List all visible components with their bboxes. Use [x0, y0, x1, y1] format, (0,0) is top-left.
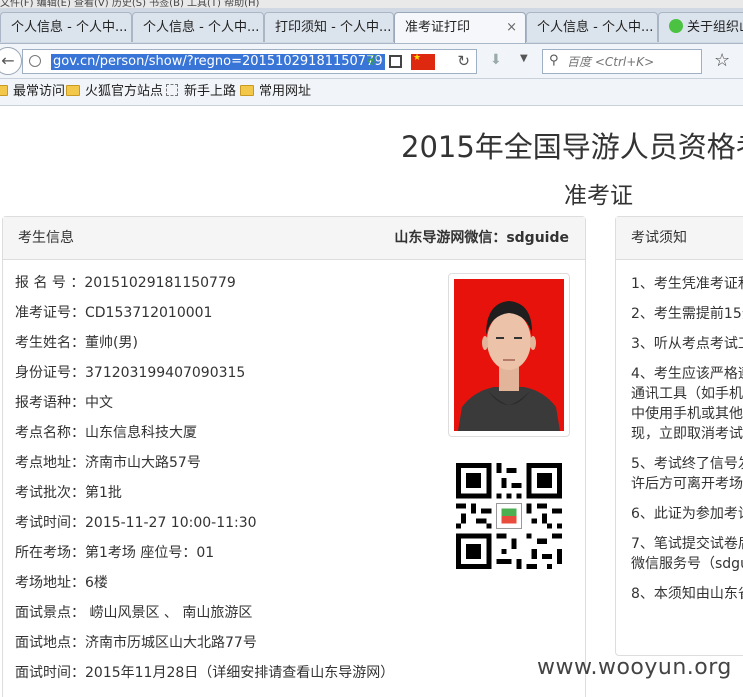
panel-header: 考试须知 [616, 217, 743, 260]
folder-icon [66, 85, 80, 96]
tab-notice-organize[interactable]: 关于组织山 [658, 12, 743, 42]
back-button[interactable]: ← [0, 47, 22, 75]
watermark: www.wooyun.org [537, 655, 732, 680]
info-registration-no: 报 名 号 ：20151029181150779 [15, 275, 236, 291]
nav-bar: ← gov.cn/person/show/?regno=201510291811… [0, 44, 743, 79]
info-interview-location: 面试地点：济南市历城区山大北路77号 [15, 635, 257, 651]
bookmark-common-sites[interactable]: 常用网址 [240, 84, 311, 100]
exam-notice-panel: 考试须知 1、考生凭准考证和 2、考生需提前15分 3、听从考点考试工 4、考生… [615, 216, 743, 656]
info-batch: 考试批次：第1批 [15, 485, 122, 501]
notice-line: 微信服务号（sdgu [631, 556, 743, 572]
notice-line: 通讯工具（如手机 [631, 386, 743, 402]
url-text[interactable]: gov.cn/person/show/?regno=20151029181150… [51, 54, 385, 70]
tab-admission-ticket[interactable]: 准考证打印 × [394, 12, 526, 43]
notice-line: 2、考生需提前15分 [631, 306, 743, 322]
search-bar[interactable]: ⚲ [542, 49, 702, 74]
menu-bar-text[interactable]: 文件(F) 编辑(E) 查看(V) 历史(S) 书签(B) 工具(T) 帮助(H… [0, 0, 259, 8]
candidate-photo [448, 273, 570, 437]
portrait-image [454, 279, 564, 431]
notice-line: 现，立即取消考试 [631, 426, 743, 442]
search-icon: ⚲ [549, 53, 559, 68]
bookmark-firefox-sites[interactable]: 火狐官方站点 [66, 84, 163, 100]
bookmarks-toolbar: 最常访问 火狐官方站点 新手上路 常用网址 [0, 79, 743, 106]
notice-line: 3、听从考点考试工 [631, 336, 743, 352]
info-ticket-no: 准考证号：CD153712010001 [15, 305, 213, 321]
notice-line: 8、本须知由山东省 [631, 586, 743, 602]
info-room-seat: 所在考场：第1考场 座位号：01 [15, 545, 215, 561]
qr-code-icon[interactable] [389, 55, 402, 68]
page-title: 2015年全国导游人员资格考 [401, 130, 743, 164]
globe-icon [29, 55, 41, 67]
reload-icon[interactable]: ↻ [457, 52, 470, 70]
notice-line: 7、笔试提交试卷后 [631, 536, 743, 552]
info-id-number: 身份证号：371203199407090315 [15, 365, 246, 381]
notice-line: 5、考试终了信号发 [631, 456, 743, 472]
info-exam-time: 考试时间：2015-11-27 10:00-11:30 [15, 515, 257, 531]
menu-bar[interactable]: 文件(F) 编辑(E) 查看(V) 历史(S) 书签(B) 工具(T) 帮助(H… [0, 0, 743, 8]
address-bar[interactable]: gov.cn/person/show/?regno=20151029181150… [22, 49, 477, 74]
page-subtitle: 准考证 [564, 183, 633, 209]
info-interview-spots: 面试景点： 崂山风景区 、 南山旅游区 [15, 605, 253, 621]
folder-icon [240, 85, 254, 96]
wechat-icon [669, 19, 683, 33]
folder-icon [0, 85, 8, 96]
info-interview-time: 面试时间：2015年11月28日（详细安排请查看山东导游网） [15, 665, 395, 681]
page-content: 2015年全国导游人员资格考 准考证 考生信息 山东导游网微信：sdguide … [0, 106, 743, 697]
info-name: 考生姓名：董帅(男) [15, 335, 138, 351]
dropdown-arrow-icon[interactable]: ▼ [520, 53, 528, 64]
tab-strip: 个人信息 - 个人中... 个人信息 - 个人中... 打印须知 - 个人中..… [0, 8, 743, 44]
bookmark-most-visited[interactable]: 最常访问 [0, 84, 65, 100]
close-tab-icon[interactable]: × [506, 13, 517, 42]
bookmark-star-icon[interactable]: ☆ [714, 50, 730, 71]
china-flag-icon[interactable] [411, 53, 435, 70]
info-language: 报考语种：中文 [15, 395, 113, 411]
notice-line: 许后方可离开考场 [631, 476, 743, 492]
notice-line: 4、考生应该严格遵 [631, 366, 743, 382]
notice-line: 1、考生凭准考证和 [631, 276, 743, 292]
tab-personal-info-3[interactable]: 个人信息 - 个人中... [526, 12, 658, 42]
back-arrow-icon: ← [1, 51, 15, 70]
tab-print-notice[interactable]: 打印须知 - 个人中... [264, 12, 394, 42]
notice-line: 6、此证为参加考试 [631, 506, 743, 522]
info-room-address: 考场地址：6楼 [15, 575, 108, 591]
info-venue-address: 考点地址：济南市山大路57号 [15, 455, 201, 471]
shield-icon[interactable]: ⛨ [367, 54, 381, 69]
download-icon[interactable]: ⬇ [490, 52, 502, 68]
notice-line: 中使用手机或其他 [631, 406, 743, 422]
qr-code [456, 463, 562, 569]
panel-heading: 考试须知 [631, 230, 687, 246]
tab-personal-info-2[interactable]: 个人信息 - 个人中... [132, 12, 264, 42]
tab-personal-info-1[interactable]: 个人信息 - 个人中... [0, 12, 132, 42]
panel-heading: 考生信息 [18, 230, 74, 246]
info-venue-name: 考点名称：山东信息科技大厦 [15, 425, 197, 441]
bookmark-getting-started[interactable]: 新手上路 [166, 84, 236, 100]
panel-header: 考生信息 山东导游网微信：sdguide [3, 217, 585, 260]
wechat-account: 山东导游网微信：sdguide [394, 230, 569, 246]
page-icon [166, 84, 178, 96]
search-input[interactable] [567, 53, 697, 70]
